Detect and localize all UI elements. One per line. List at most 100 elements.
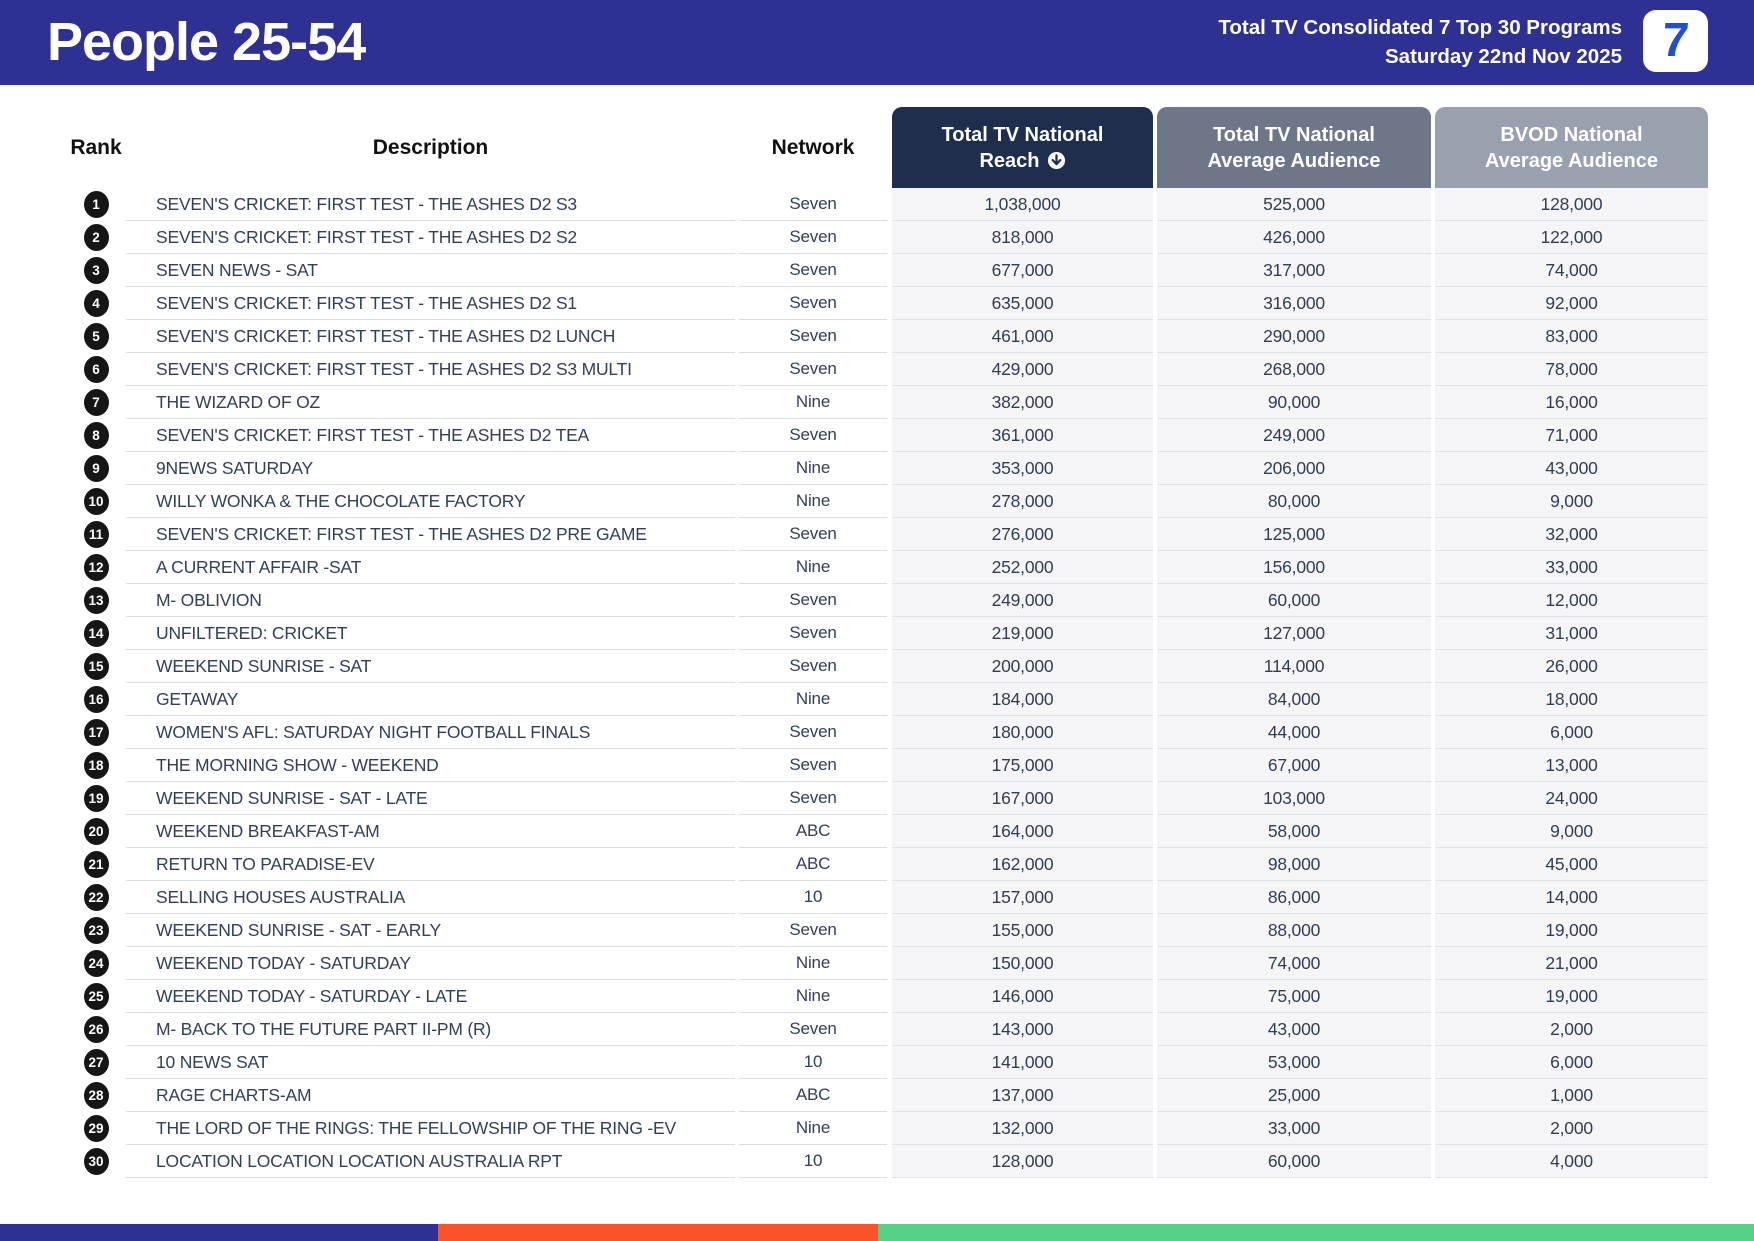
bvod-avg-audience-value: 14,000 [1435,881,1708,914]
rank-cell: 13 [66,584,126,617]
program-description: SEVEN'S CRICKET: FIRST TEST - THE ASHES … [126,188,735,221]
rank-badge: 23 [83,917,109,944]
rank-cell: 2 [66,221,126,254]
total-tv-reach-value: 164,000 [892,815,1153,848]
program-description: SEVEN'S CRICKET: FIRST TEST - THE ASHES … [126,221,735,254]
total-tv-reach-value: 157,000 [892,881,1153,914]
rank-badge: 13 [83,587,109,614]
table-row: 4 SEVEN'S CRICKET: FIRST TEST - THE ASHE… [0,287,1754,320]
total-tv-reach-value: 141,000 [892,1046,1153,1079]
network-value: 10 [739,1046,887,1079]
network-value: Nine [739,947,887,980]
program-description: RAGE CHARTS-AM [126,1079,735,1112]
bvod-avg-audience-value: 1,000 [1435,1079,1708,1112]
rank-cell: 14 [66,617,126,650]
bvod-avg-audience-value: 18,000 [1435,683,1708,716]
program-description: SEVEN NEWS - SAT [126,254,735,287]
network-value: Seven [739,1013,887,1046]
rank-cell: 17 [66,716,126,749]
rank-cell: 11 [66,518,126,551]
total-tv-avg-audience-value: 525,000 [1157,188,1431,221]
network-value: Seven [739,287,887,320]
total-tv-reach-value: 180,000 [892,716,1153,749]
rank-badge: 9 [83,455,109,482]
rank-badge: 18 [83,752,109,779]
bvod-avg-audience-value: 92,000 [1435,287,1708,320]
network-value: Seven [739,716,887,749]
total-tv-reach-value: 635,000 [892,287,1153,320]
total-tv-reach-value: 184,000 [892,683,1153,716]
rank-cell: 25 [66,980,126,1013]
total-tv-avg-audience-value: 74,000 [1157,947,1431,980]
total-tv-avg-audience-value: 125,000 [1157,518,1431,551]
rank-cell: 20 [66,815,126,848]
column-header-rank: Rank [70,135,122,159]
total-tv-avg-audience-value: 90,000 [1157,386,1431,419]
rank-cell: 30 [66,1145,126,1178]
total-tv-reach-value: 128,000 [892,1145,1153,1178]
total-tv-avg-audience-value: 127,000 [1157,617,1431,650]
total-tv-reach-value: 461,000 [892,320,1153,353]
table-row: 20 WEEKEND BREAKFAST-AM ABC 164,000 58,0… [0,815,1754,848]
network-value: Nine [739,386,887,419]
table-row: 25 WEEKEND TODAY - SATURDAY - LATE Nine … [0,980,1754,1013]
rank-cell: 22 [66,881,126,914]
program-description: THE WIZARD OF OZ [126,386,735,419]
rank-badge: 6 [83,356,109,383]
rank-cell: 21 [66,848,126,881]
table-row: 5 SEVEN'S CRICKET: FIRST TEST - THE ASHE… [0,320,1754,353]
rank-badge: 19 [83,785,109,812]
total-tv-reach-value: 382,000 [892,386,1153,419]
table-row: 13 M- OBLIVION Seven 249,000 60,000 12,0… [0,584,1754,617]
table-row: 23 WEEKEND SUNRISE - SAT - EARLY Seven 1… [0,914,1754,947]
rank-cell: 6 [66,353,126,386]
table-row: 9 9NEWS SATURDAY Nine 353,000 206,000 43… [0,452,1754,485]
program-description: GETAWAY [126,683,735,716]
sort-descending-icon [1047,151,1065,170]
rank-badge: 11 [83,521,109,548]
program-description: WEEKEND BREAKFAST-AM [126,815,735,848]
rank-cell: 3 [66,254,126,287]
program-description: 9NEWS SATURDAY [126,452,735,485]
program-description: WOMEN'S AFL: SATURDAY NIGHT FOOTBALL FIN… [126,716,735,749]
network-value: Seven [739,584,887,617]
bvod-avg-audience-value: 24,000 [1435,782,1708,815]
rank-cell: 19 [66,782,126,815]
total-tv-reach-value: 677,000 [892,254,1153,287]
total-tv-avg-audience-value: 75,000 [1157,980,1431,1013]
rank-cell: 23 [66,914,126,947]
table-row: 7 THE WIZARD OF OZ Nine 382,000 90,000 1… [0,386,1754,419]
network-value: Seven [739,650,887,683]
network-value: ABC [739,848,887,881]
column-header-total-tv-reach[interactable]: Total TV National Reach [892,107,1153,188]
rank-badge: 1 [83,191,109,218]
bvod-avg-audience-value: 31,000 [1435,617,1708,650]
reach-header-line1: Total TV National [941,123,1104,146]
network-value: Seven [739,353,887,386]
rank-badge: 4 [83,290,109,317]
total-tv-avg-audience-value: 60,000 [1157,1145,1431,1178]
program-description: SEVEN'S CRICKET: FIRST TEST - THE ASHES … [126,353,735,386]
column-header-total-tv-avg-audience: Total TV National Average Audience [1157,107,1431,188]
bvod-avg-audience-value: 6,000 [1435,716,1708,749]
network-value: Seven [739,320,887,353]
network-value: Nine [739,980,887,1013]
total-tv-reach-value: 162,000 [892,848,1153,881]
rank-cell: 9 [66,452,126,485]
bvod-avg-audience-value: 21,000 [1435,947,1708,980]
total-tv-avg-audience-value: 316,000 [1157,287,1431,320]
total-tv-avg-audience-value: 25,000 [1157,1079,1431,1112]
bvod-avg-audience-value: 6,000 [1435,1046,1708,1079]
total-tv-avg-audience-value: 84,000 [1157,683,1431,716]
total-tv-avg-audience-value: 114,000 [1157,650,1431,683]
total-tv-avg-audience-value: 426,000 [1157,221,1431,254]
column-header-bvod-avg-audience: BVOD National Average Audience [1435,107,1708,188]
rank-badge: 2 [83,224,109,251]
program-description: WEEKEND SUNRISE - SAT - LATE [126,782,735,815]
total-tv-reach-value: 150,000 [892,947,1153,980]
header-bar: People 25-54 Total TV Consolidated 7 Top… [0,0,1754,85]
table-row: 27 10 NEWS SAT 10 141,000 53,000 6,000 [0,1046,1754,1079]
program-description: M- BACK TO THE FUTURE PART II-PM (R) [126,1013,735,1046]
table-row: 21 RETURN TO PARADISE-EV ABC 162,000 98,… [0,848,1754,881]
rank-badge: 24 [83,950,109,977]
